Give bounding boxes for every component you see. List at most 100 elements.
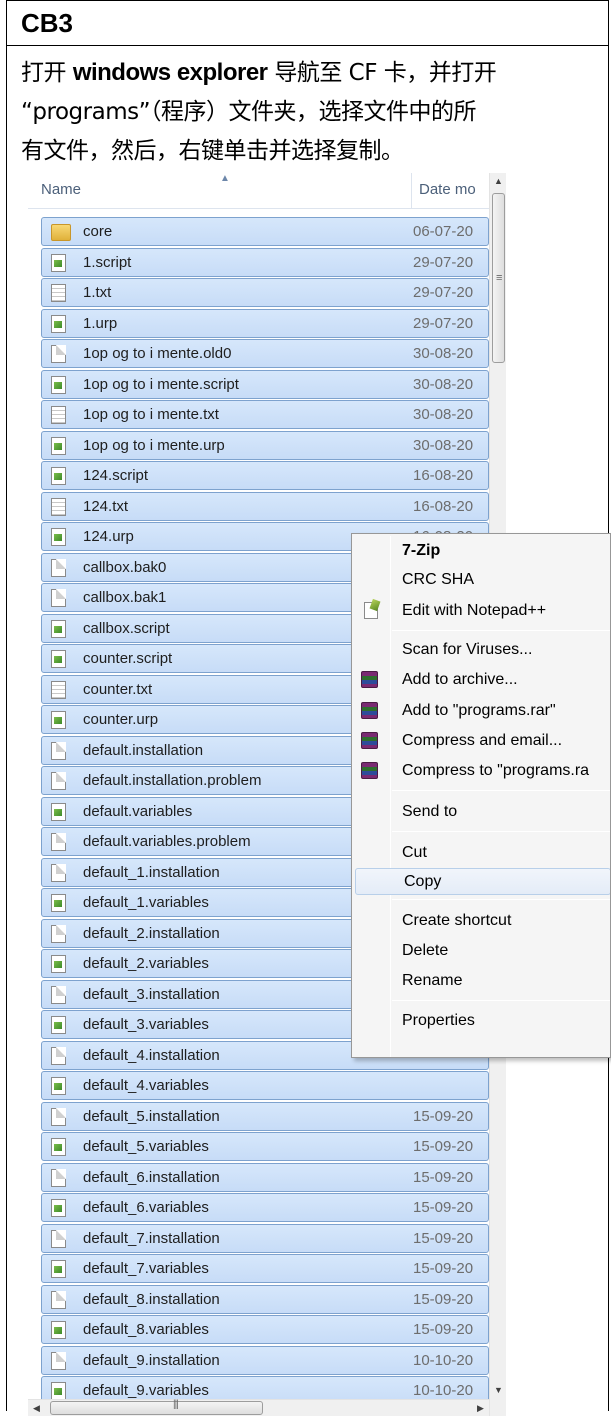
file-row[interactable]: default_5.variables 15-09-20: [41, 1132, 489, 1161]
file-date-modified: 15-09-20: [413, 1199, 474, 1216]
scroll-down-arrow-icon[interactable]: ▼: [490, 1382, 506, 1399]
menu-item-delete[interactable]: Delete: [354, 938, 610, 965]
file-icon: [51, 345, 66, 363]
winrar-icon: [361, 671, 378, 688]
file-row[interactable]: default_6.installation 15-09-20: [41, 1162, 489, 1192]
file-date-modified: 15-09-20: [413, 1290, 474, 1308]
file-date-modified: 16-08-20: [413, 467, 474, 484]
file-name: default_1.installation: [83, 863, 220, 881]
menu-item-label: CRC SHA: [402, 571, 475, 588]
file-row[interactable]: 1op og to i mente.urp 30-08-20: [41, 430, 489, 460]
script-file-icon: [51, 1199, 66, 1217]
menu-separator: [392, 831, 610, 832]
file-icon: [51, 1046, 66, 1065]
file-row[interactable]: default_8.installation 15-09-20: [41, 1284, 489, 1314]
file-date-modified: 29-07-20: [413, 314, 474, 332]
menu-item-copy[interactable]: Copy: [355, 868, 610, 895]
menu-item-properties[interactable]: Properties: [354, 1008, 610, 1035]
text-file-icon: [51, 284, 66, 302]
section-header: CB3: [7, 1, 608, 46]
menu-item-add-to-archive[interactable]: Add to archive...: [354, 667, 610, 694]
menu-item-add-to-programs-rar[interactable]: Add to "programs.rar": [354, 698, 610, 725]
file-icon: [51, 1107, 66, 1126]
file-row[interactable]: default_4.variables: [41, 1071, 489, 1100]
file-name: 124.urp: [83, 528, 134, 545]
file-row[interactable]: 124.txt 16-08-20: [41, 491, 489, 521]
file-row[interactable]: 1.urp 29-07-20: [41, 308, 489, 338]
file-row[interactable]: default_8.variables 15-09-20: [41, 1315, 489, 1344]
menu-separator: [392, 1000, 610, 1001]
scroll-up-arrow-icon[interactable]: ▲: [490, 173, 506, 190]
file-name: default_6.variables: [83, 1199, 209, 1216]
horizontal-scroll-thumb[interactable]: |||: [50, 1399, 263, 1415]
file-name: default_2.variables: [83, 955, 209, 972]
menu-item-label: 7-Zip: [402, 542, 441, 559]
menu-item-send-to[interactable]: Send to: [354, 799, 610, 826]
column-header-name[interactable]: Name: [41, 181, 81, 198]
file-date-modified: 30-08-20: [413, 345, 474, 362]
file-date-modified: 30-08-20: [413, 406, 474, 423]
file-name: callbox.bak0: [83, 558, 167, 576]
menu-item-cut[interactable]: Cut: [354, 840, 610, 867]
menu-item-compress-to-programs-ra[interactable]: Compress to "programs.ra: [354, 758, 610, 785]
vertical-scroll-thumb[interactable]: ≡: [492, 193, 505, 363]
script-file-icon: [51, 1077, 66, 1095]
file-row[interactable]: 1.script 29-07-20: [41, 247, 489, 277]
file-icon: [51, 833, 66, 851]
file-name: 1op og to i mente.txt: [83, 406, 219, 423]
menu-item-scan-for-viruses[interactable]: Scan for Viruses...: [354, 637, 610, 664]
menu-separator: [392, 790, 610, 791]
menu-item-create-shortcut[interactable]: Create shortcut: [354, 908, 610, 935]
column-divider[interactable]: [411, 173, 412, 209]
instruction-line3: 有文件，然后，右键单击并选择复制。: [21, 138, 404, 164]
file-row[interactable]: default_6.variables 15-09-20: [41, 1193, 489, 1222]
file-name: default_5.installation: [83, 1107, 220, 1125]
file-name: default_4.installation: [83, 1046, 220, 1064]
menu-item-label: Add to "programs.rar": [402, 702, 556, 719]
file-name: default.installation: [83, 741, 204, 759]
horizontal-scrollbar[interactable]: ◀ ||| ▶: [28, 1399, 489, 1416]
file-row[interactable]: 1.txt 29-07-20: [41, 278, 489, 307]
menu-item-crc-sha[interactable]: CRC SHA: [354, 567, 610, 594]
text-file-icon: [51, 497, 66, 516]
file-row[interactable]: default_5.installation 15-09-20: [41, 1101, 489, 1131]
file-date-modified: 10-10-20: [413, 1382, 474, 1399]
instruction-line2: “programs”（程序）文件夹，选择文件中的所: [21, 99, 477, 125]
script-file-icon: [51, 1138, 66, 1156]
script-file-icon: [51, 1321, 66, 1339]
file-icon: [51, 1168, 66, 1187]
file-row[interactable]: 1op og to i mente.old0 30-08-20: [41, 339, 489, 368]
script-file-icon: [51, 528, 66, 546]
menu-item-edit-with-notepad[interactable]: Edit with Notepad++: [354, 598, 610, 625]
file-icon: [51, 1229, 66, 1248]
winrar-icon: [361, 732, 378, 749]
file-row[interactable]: core 06-07-20: [41, 217, 489, 246]
file-row[interactable]: 1op og to i mente.script 30-08-20: [41, 369, 489, 399]
file-row[interactable]: 124.script 16-08-20: [41, 461, 489, 490]
section-title: CB3: [21, 8, 74, 38]
file-icon: [51, 741, 66, 760]
scroll-right-arrow-icon[interactable]: ▶: [472, 1400, 489, 1416]
menu-item-label: Delete: [402, 942, 449, 959]
menu-item-label: Copy: [404, 873, 442, 890]
menu-item-rename[interactable]: Rename: [354, 968, 610, 995]
file-row[interactable]: default_7.installation 15-09-20: [41, 1223, 489, 1253]
column-header-date-modified[interactable]: Date mo: [419, 181, 489, 198]
file-row[interactable]: default_9.installation 10-10-20: [41, 1345, 489, 1375]
scroll-left-arrow-icon[interactable]: ◀: [28, 1400, 45, 1416]
file-row[interactable]: default_7.variables 15-09-20: [41, 1254, 489, 1283]
instruction-text: 打开 windows explorer 导航至 CF 卡，并打开 “progra…: [21, 53, 601, 171]
file-name: default_7.installation: [83, 1229, 220, 1247]
file-name: default_5.variables: [83, 1138, 209, 1155]
menu-item-compress-and-email[interactable]: Compress and email...: [354, 728, 610, 755]
script-file-icon: [51, 955, 66, 973]
file-name: default_9.installation: [83, 1351, 220, 1369]
file-icon: [51, 558, 66, 577]
menu-item-7-zip[interactable]: 7-Zip: [354, 538, 610, 565]
context-menu: 7-Zip CRC SHA Edit with Notepad++ Scan for …: [351, 533, 611, 1058]
menu-item-label: Scan for Viruses...: [402, 641, 533, 658]
script-file-icon: [51, 467, 66, 485]
menu-item-label: Edit with Notepad++: [402, 602, 547, 619]
script-file-icon: [51, 711, 66, 729]
file-row[interactable]: 1op og to i mente.txt 30-08-20: [41, 400, 489, 429]
